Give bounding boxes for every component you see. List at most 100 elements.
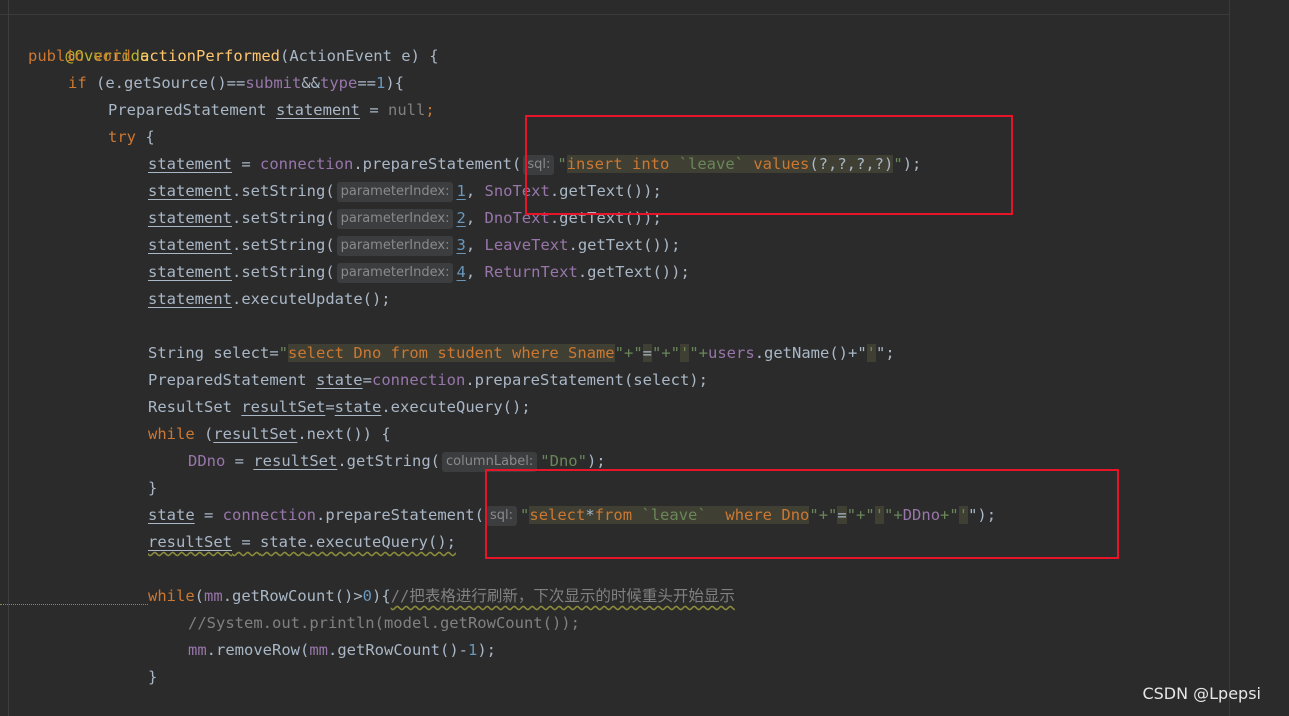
- while-brace: ){: [372, 587, 391, 605]
- type-name: PreparedStatement: [108, 101, 267, 119]
- field-connection[interactable]: connection: [372, 371, 465, 389]
- method-call: .setString(: [232, 182, 335, 200]
- var-state[interactable]: state: [148, 506, 195, 524]
- code-line-25: }: [148, 664, 157, 691]
- code-line-14: PreparedStatement state=connection.prepa…: [148, 367, 708, 394]
- paren-open: (: [194, 425, 214, 443]
- string-concat: "+: [689, 344, 709, 362]
- number-literal: 2: [456, 209, 466, 227]
- assign-operator: =: [359, 101, 388, 119]
- method-call: .prepareStatement(: [353, 155, 522, 173]
- number-literal: 1: [376, 74, 386, 92]
- warning-underline: [0, 604, 148, 605]
- var-statement[interactable]: statement: [148, 155, 232, 173]
- number-literal: 4: [456, 263, 466, 281]
- field-users[interactable]: users: [708, 344, 755, 362]
- field-connection[interactable]: connection: [223, 506, 316, 524]
- var-state[interactable]: state: [260, 533, 307, 551]
- call-close: );: [586, 452, 606, 470]
- field-mm[interactable]: mm: [204, 587, 223, 605]
- method-call: .getRowCount()-: [328, 641, 468, 659]
- highlight-box-insert: [525, 115, 1013, 215]
- method-call: .getString(: [337, 452, 440, 470]
- field-leave-text[interactable]: LeaveText: [484, 236, 568, 254]
- string-literal: "Dno": [540, 452, 587, 470]
- sql-operator: =: [642, 344, 652, 362]
- code-line-10: statement.setString(parameterIndex: 4, Re…: [148, 259, 690, 286]
- method-name[interactable]: actionPerformed: [140, 47, 280, 65]
- var-state[interactable]: state: [335, 398, 382, 416]
- comma: ,: [465, 182, 485, 200]
- var-statement[interactable]: statement: [148, 263, 232, 281]
- if-condition-part: (e.getSource()==: [96, 74, 246, 92]
- var-state[interactable]: state: [316, 371, 363, 389]
- method-call: .prepareStatement(select);: [465, 371, 708, 389]
- gutter-guide: [8, 0, 9, 716]
- field-mm[interactable]: mm: [188, 641, 207, 659]
- method-call: .setString(: [232, 263, 335, 281]
- var-result-set[interactable]: resultSet: [241, 398, 325, 416]
- method-call: .next()) {: [297, 425, 391, 443]
- param-hint-index: parameterIndex:: [336, 182, 454, 202]
- code-line-22: while(mm.getRowCount()>0){//把表格进行刷新，下次显示…: [148, 583, 735, 610]
- code-line-9: statement.setString(parameterIndex: 3, Le…: [148, 232, 680, 259]
- comment-line: //System.out.println(model.getRowCount()…: [188, 614, 580, 632]
- code-line-11: statement.executeUpdate();: [148, 286, 391, 313]
- code-line-16: while (resultSet.next()) {: [148, 421, 391, 448]
- field-submit[interactable]: submit: [245, 74, 301, 92]
- method-call: .getRowCount()>: [222, 587, 363, 605]
- eq-operator: ==: [357, 74, 376, 92]
- method-call: .removeRow(: [206, 641, 310, 659]
- modifiers: public void: [28, 47, 131, 65]
- method-call: .prepareStatement(: [316, 506, 484, 524]
- comma: ,: [465, 209, 485, 227]
- method-call: .getName()+": [754, 344, 867, 362]
- if-close: ){: [385, 74, 405, 92]
- method-params: (ActionEvent e) {: [279, 47, 439, 65]
- method-call: .setString(: [232, 236, 335, 254]
- sql-keyword: select: [288, 344, 354, 362]
- string-concat: "+": [652, 344, 680, 362]
- type-name: ResultSet: [148, 398, 242, 416]
- field-type[interactable]: type: [320, 74, 357, 92]
- var-result-set[interactable]: resultSet: [253, 452, 337, 470]
- field-mm[interactable]: mm: [309, 641, 328, 659]
- assign-operator: =: [325, 398, 335, 416]
- string-quote: ": [278, 344, 288, 362]
- var-statement[interactable]: statement: [148, 236, 232, 254]
- assign-operator: =: [362, 371, 372, 389]
- method-call: .getText());: [568, 236, 681, 254]
- var-result-set[interactable]: resultSet: [148, 533, 232, 551]
- code-line-13: String select="select Dno from student w…: [148, 340, 895, 367]
- code-line-5: try {: [108, 124, 155, 151]
- comma: ,: [465, 263, 485, 281]
- editor-top-border: [0, 14, 1229, 15]
- method-call: .executeQuery();: [381, 398, 531, 416]
- field-ddno[interactable]: DDno: [188, 452, 225, 470]
- field-connection[interactable]: connection: [260, 155, 353, 173]
- assign-operator: =: [194, 506, 223, 524]
- type-name: PreparedStatement: [148, 371, 316, 389]
- method-call: .getText());: [577, 263, 690, 281]
- field-return-text[interactable]: ReturnText: [484, 263, 577, 281]
- var-statement[interactable]: statement: [148, 290, 232, 308]
- code-line-4: PreparedStatement statement = null;: [108, 97, 435, 124]
- var-statement[interactable]: statement: [148, 182, 232, 200]
- var-result-set[interactable]: resultSet: [213, 425, 297, 443]
- watermark: CSDN @Lpepsi: [1142, 684, 1261, 703]
- method-call: .setString(: [232, 209, 335, 227]
- method-call: .executeUpdate();: [232, 290, 391, 308]
- brace-close: }: [148, 668, 158, 686]
- try-brace: {: [136, 128, 155, 146]
- var-statement[interactable]: statement: [148, 209, 232, 227]
- number-literal: 1: [467, 641, 478, 659]
- code-line-23: //System.out.println(model.getRowCount()…: [188, 610, 580, 637]
- number-literal: 0: [362, 587, 373, 605]
- comma: ,: [465, 236, 485, 254]
- and-operator: &&: [301, 74, 320, 92]
- var-statement[interactable]: statement: [276, 101, 360, 119]
- while-keyword: while: [148, 425, 195, 443]
- sql-table-name: student: [437, 344, 503, 362]
- param-hint-index: parameterIndex:: [336, 209, 454, 229]
- null-literal: null: [387, 101, 426, 119]
